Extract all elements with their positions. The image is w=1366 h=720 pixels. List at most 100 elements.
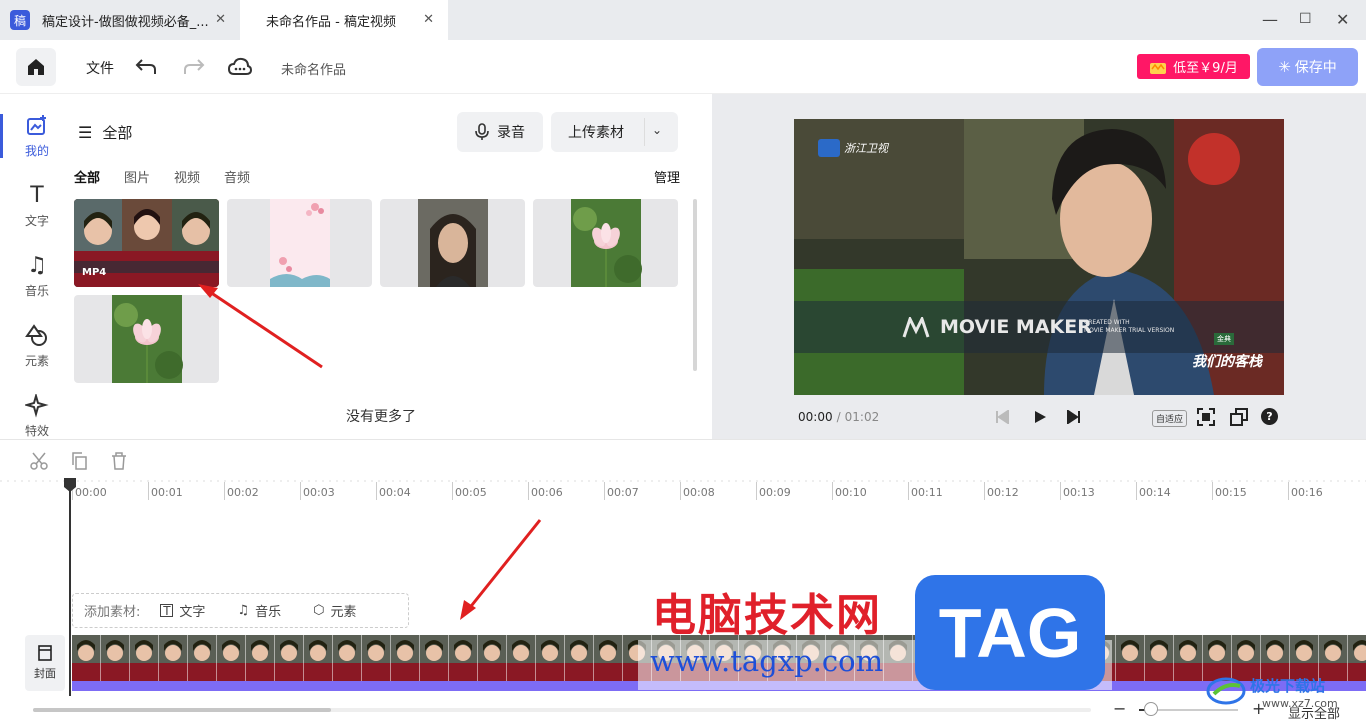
watermark-subtext: CREATED WITH [1084, 319, 1130, 326]
vip-price-label: 低至￥9/月 [1173, 61, 1238, 76]
save-label: 保存中 [1294, 60, 1337, 76]
lotus-image [571, 199, 642, 287]
top-toolbar: 文件 未命名作品 低至￥9/月 ✳ 保存中 [0, 40, 1366, 94]
chevron-down-icon[interactable]: ⌄ [652, 123, 662, 137]
pip-icon[interactable] [1230, 408, 1248, 426]
text-icon: T [30, 183, 44, 208]
video-preview[interactable]: 浙江卫视 MOVIE MAKER CREATED WITH MOVIE MAKE… [794, 119, 1284, 395]
home-button[interactable] [16, 48, 56, 86]
upload-label: 上传素材 [568, 125, 624, 141]
save-button[interactable]: ✳ 保存中 [1257, 48, 1358, 86]
record-label: 录音 [497, 125, 525, 141]
media-thumb-image[interactable] [533, 199, 678, 287]
delete-icon[interactable] [111, 452, 127, 470]
timeline-scrollbar-thumb[interactable] [33, 708, 331, 712]
copy-icon[interactable] [71, 452, 87, 470]
add-text-button[interactable]: T 文字 [160, 601, 205, 620]
ruler-tick-mark [148, 482, 149, 500]
tag-logo: TAG [915, 575, 1105, 690]
element-icon: ⬡ [313, 603, 325, 618]
filter-tab-video[interactable]: 视频 [174, 167, 200, 186]
time-separator: / [836, 410, 841, 424]
zoom-slider-handle[interactable] [1143, 702, 1158, 716]
close-tab-icon[interactable]: ✕ [215, 12, 226, 27]
show-logo: 我们的客栈 [1192, 354, 1262, 370]
cloud-sync-icon[interactable] [228, 56, 252, 78]
site-name-watermark: 电脑技术网 [652, 590, 882, 641]
ruler-tick-mark [300, 482, 301, 500]
upload-button[interactable]: 上传素材 ⌄ [551, 112, 678, 152]
close-tab-icon[interactable]: ✕ [423, 12, 434, 27]
sidebar-item-effects[interactable]: 特效 [0, 394, 74, 439]
tab-gaoding-design[interactable]: 稿 稿定设计-做图做视频必备_... ✕ [0, 0, 240, 40]
current-time: 00:00 [798, 410, 833, 424]
media-scrollbar[interactable] [693, 199, 697, 371]
add-material-bar: 添加素材: T 文字 ♫ 音乐 ⬡ 元素 [72, 593, 409, 628]
ruler-tick-label: 00:08 [683, 486, 715, 499]
cover-button[interactable]: 封面 [25, 635, 65, 691]
project-name[interactable]: 未命名作品 [281, 59, 346, 78]
add-music-button[interactable]: ♫ 音乐 [237, 601, 281, 620]
manage-button[interactable]: 管理 [654, 167, 680, 186]
redo-icon[interactable] [182, 57, 206, 77]
text-box-icon: T [160, 604, 174, 618]
maximize-icon[interactable]: ☐ [1299, 11, 1312, 27]
cut-icon[interactable] [30, 452, 48, 470]
skip-back-icon[interactable] [995, 410, 1009, 424]
ruler-tick-label: 00:15 [1215, 486, 1247, 499]
help-icon[interactable]: ? [1261, 408, 1278, 425]
sidebar-label: 元素 [24, 354, 49, 368]
media-thumb-image[interactable] [380, 199, 525, 287]
skip-forward-icon[interactable] [1067, 410, 1081, 424]
add-element-button[interactable]: ⬡ 元素 [313, 601, 356, 620]
ruler-tick-label: 00:11 [911, 486, 943, 499]
media-thumb-image[interactable] [227, 199, 372, 287]
ruler-tick-label: 00:01 [151, 486, 183, 499]
timeline-scrollbar-track[interactable] [33, 708, 1091, 712]
undo-icon[interactable] [134, 57, 158, 77]
loading-spinner-icon: ✳ [1278, 58, 1291, 76]
sidebar-item-my[interactable]: 我的 [0, 114, 74, 159]
fit-button[interactable]: 自适应 [1152, 410, 1188, 427]
ruler-tick-mark [1136, 482, 1137, 500]
filter-tab-image[interactable]: 图片 [124, 167, 150, 186]
category-menu[interactable]: ☰ 全部 [78, 122, 132, 143]
play-icon[interactable] [1033, 410, 1047, 424]
close-window-icon[interactable]: ✕ [1336, 10, 1349, 29]
minimize-icon[interactable]: — [1262, 10, 1278, 29]
filter-tab-all[interactable]: 全部 [74, 167, 100, 186]
playhead-line[interactable] [69, 484, 71, 696]
mp4-badge: MP4 [82, 267, 107, 278]
record-button[interactable]: 录音 [457, 112, 543, 152]
vip-promo-button[interactable]: 低至￥9/月 [1137, 54, 1250, 79]
media-thumb-video[interactable]: MP4 [74, 199, 219, 287]
file-menu[interactable]: 文件 [86, 58, 114, 78]
tab-label: 未命名作品 - 稿定视频 [266, 14, 396, 30]
fullscreen-icon[interactable] [1197, 408, 1215, 426]
music-icon: ♫ [237, 603, 250, 618]
floral-image [270, 199, 330, 287]
ruler-tick-mark [1288, 482, 1289, 500]
tab-untitled-video[interactable]: 未命名作品 - 稿定视频 ✕ [240, 0, 448, 40]
channel-logo-icon [818, 139, 840, 157]
sidebar-item-text[interactable]: T 文字 [0, 184, 74, 229]
microphone-icon [475, 123, 489, 140]
sidebar-item-music[interactable]: ♫ 音乐 [0, 254, 74, 299]
corner-watermark: 极光下载站 [1250, 677, 1326, 695]
element-icon [25, 324, 47, 346]
sidebar-label: 特效 [24, 424, 49, 438]
cover-label: 封面 [34, 667, 56, 680]
zoom-out-icon[interactable]: − [1113, 699, 1126, 718]
total-time: 01:02 [844, 410, 880, 424]
tag-logo-text: TAG [938, 593, 1082, 672]
media-thumb-image[interactable] [74, 295, 219, 383]
filter-tab-audio[interactable]: 音频 [224, 167, 250, 186]
add-material-label: 添加素材: [84, 605, 141, 620]
ruler-tick-label: 00:04 [379, 486, 411, 499]
ruler-tick-mark [1060, 482, 1061, 500]
sidebar-item-element[interactable]: 元素 [0, 324, 74, 369]
portrait-image [418, 199, 488, 287]
ruler-tick-label: 00:07 [607, 486, 639, 499]
playhead-handle-icon[interactable] [63, 477, 77, 493]
ruler-tick-mark [756, 482, 757, 500]
